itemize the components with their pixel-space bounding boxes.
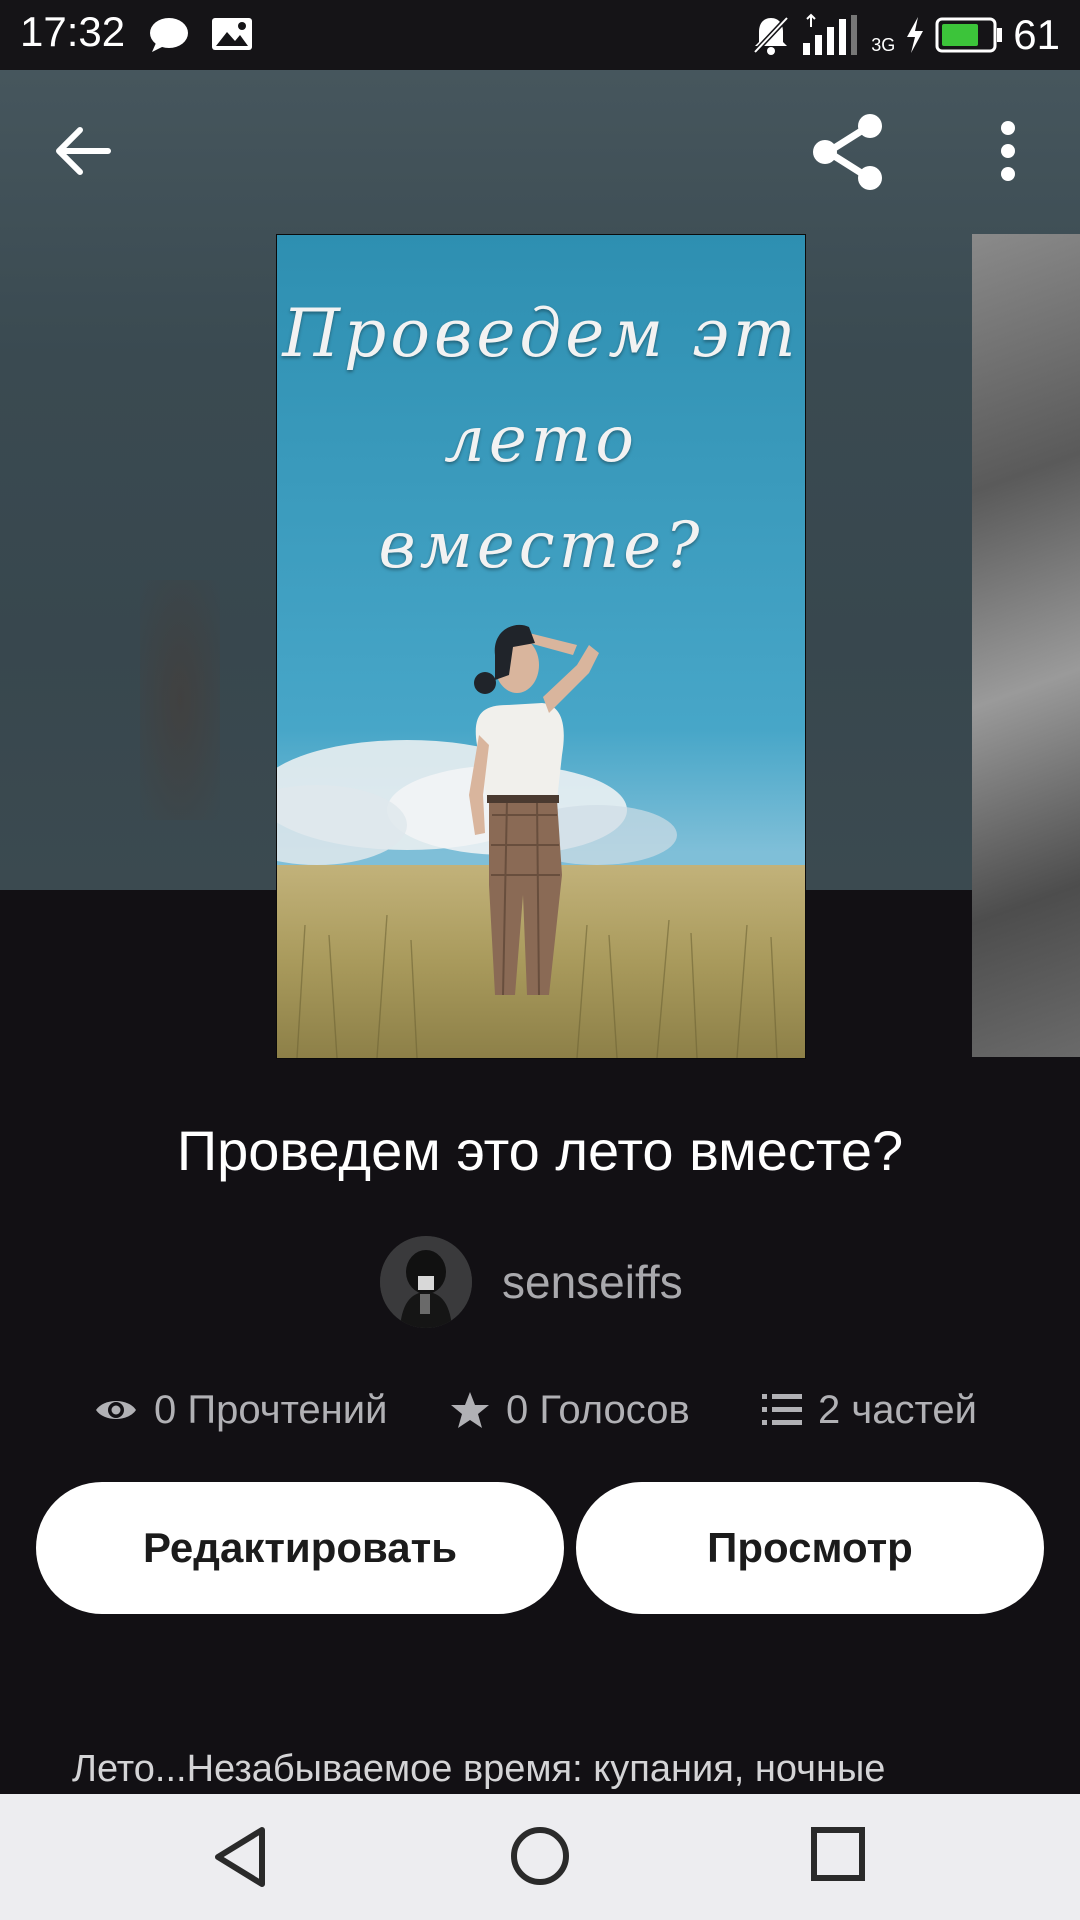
author-info[interactable]: senseiffs <box>380 1236 683 1328</box>
back-arrow-icon[interactable] <box>50 118 116 184</box>
book-cover[interactable]: Проведем эт лето вместе? <box>276 234 806 1059</box>
avatar-image <box>380 1236 472 1328</box>
share-icon[interactable] <box>810 112 890 192</box>
muted-bell-icon <box>753 16 790 55</box>
parts-count: 2 частей <box>818 1387 977 1432</box>
more-vert-icon[interactable] <box>990 118 1026 184</box>
cover-title-line-1: Проведем эт <box>282 295 800 372</box>
reads-count: 0 Прочтений <box>154 1387 388 1432</box>
status-time: 17:32 <box>20 8 126 55</box>
author-name[interactable]: senseiffs <box>502 1255 683 1309</box>
charging-icon <box>907 17 924 53</box>
status-icons: 3G 61 <box>751 8 1060 62</box>
story-description: Лето...Незабываемое время: купания, ночн… <box>72 1748 886 1790</box>
network-type: 3G <box>871 35 896 55</box>
parts-stat: 2 частей <box>762 1380 977 1440</box>
edit-button[interactable]: Редактировать <box>36 1482 564 1614</box>
battery-icon <box>935 17 1003 53</box>
nav-recent-apps-icon[interactable] <box>808 1824 868 1884</box>
next-book-cover[interactable] <box>972 234 1080 1057</box>
votes-stat: 0 Голосов <box>450 1380 690 1440</box>
nav-back-icon[interactable] <box>210 1824 270 1890</box>
battery-level: 61 <box>1013 11 1060 58</box>
hero-blur <box>140 580 220 820</box>
votes-count: 0 Голосов <box>506 1387 690 1432</box>
list-icon <box>762 1394 802 1425</box>
nav-home-icon[interactable] <box>508 1824 572 1888</box>
view-button[interactable]: Просмотр <box>576 1482 1044 1614</box>
story-title: Проведем это лето вместе? <box>176 1119 904 1182</box>
signal-icon <box>803 13 858 55</box>
cover-title-line-3: вместе? <box>378 509 704 583</box>
cover-title-line-2: лето <box>444 403 638 477</box>
story-stats: 0 Прочтений 0 Голосов 2 частей <box>0 1380 1080 1440</box>
avatar[interactable] <box>380 1236 472 1328</box>
eye-icon <box>96 1401 136 1419</box>
star-icon <box>451 1392 489 1428</box>
photo-icon <box>212 18 252 50</box>
status-bar: 17:32 3G 61 <box>0 0 1080 70</box>
system-nav-bar <box>0 1794 1080 1920</box>
reads-stat: 0 Прочтений <box>94 1380 387 1440</box>
message-icon <box>150 18 188 52</box>
